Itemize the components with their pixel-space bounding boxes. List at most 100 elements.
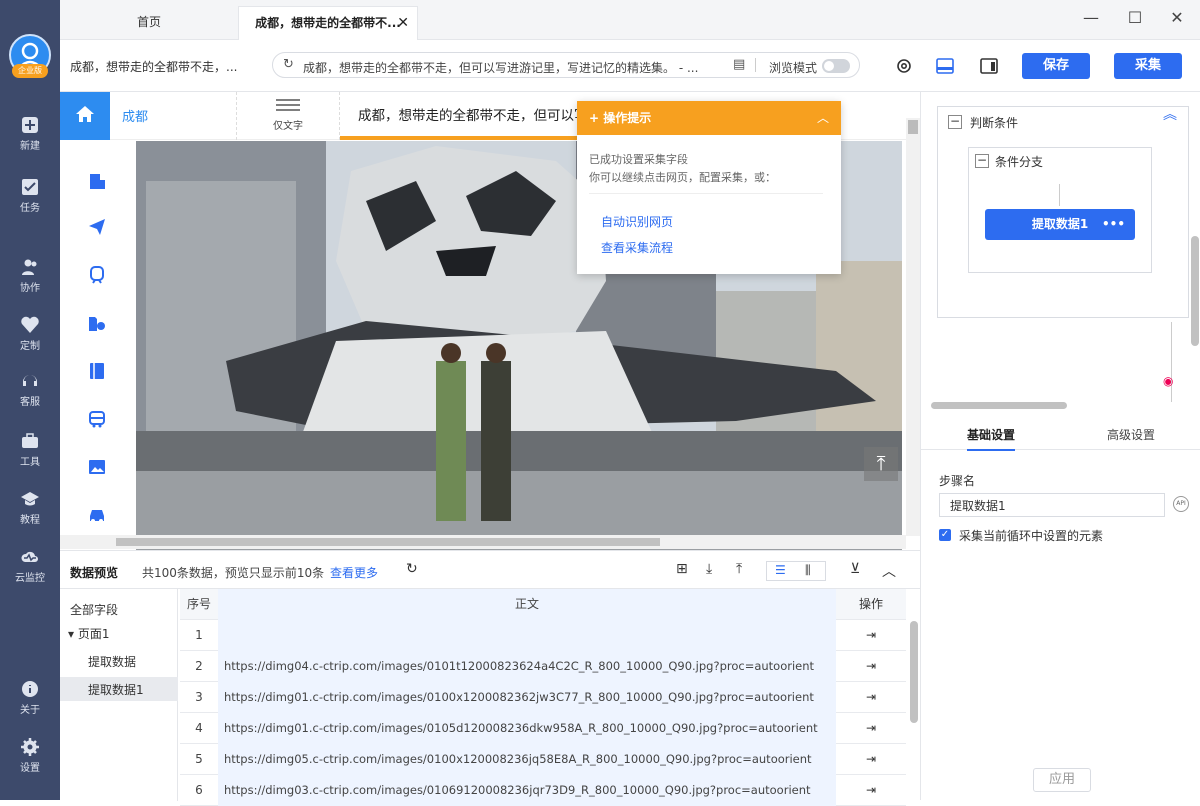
text-only-button[interactable]: 仅文字 [236, 92, 340, 140]
branch-collapse-icon[interactable]: − [975, 154, 989, 168]
table-row[interactable]: 1 ⇥ [180, 620, 906, 651]
tree-field-2: 提取数据1 [88, 683, 144, 697]
apply-button[interactable]: 应用 [1033, 768, 1091, 792]
table-row[interactable]: 2 https://dimg04.c-ctrip.com/images/0101… [180, 651, 906, 682]
list-view-icon[interactable]: ☰ [775, 563, 786, 577]
row-no: 1 [195, 628, 203, 642]
save-button[interactable]: 保存 [1022, 53, 1090, 79]
table-row[interactable]: 3 https://dimg01.c-ctrip.com/images/0100… [180, 682, 906, 713]
tab-bar: 首页 成都，想带走的全都带不... ✕ — ☐ ✕ [60, 0, 1200, 40]
table-row[interactable]: 6 https://dimg03.c-ctrip.com/images/0106… [180, 775, 906, 806]
extract-data-node[interactable]: 提取数据1 ••• [985, 209, 1135, 240]
collapse-up-icon[interactable]: ︽ [1163, 104, 1177, 124]
refresh-preview-icon[interactable]: ↻ [406, 561, 418, 577]
minimize-icon[interactable]: — [1078, 8, 1104, 30]
nav-collab[interactable]: 协作 [0, 258, 60, 314]
download-icon[interactable]: ⤓ [706, 561, 712, 577]
cloud-monitor-icon [21, 551, 38, 562]
address-text: 成都，想带走的全都带不走，但可以写进游记里，写进记忆的精选集。 - ... [303, 61, 699, 75]
plus-square-icon [22, 117, 38, 133]
api-icon[interactable]: API [1173, 496, 1189, 512]
upload-icon[interactable]: ⤒ [736, 561, 742, 577]
map-pin-icon[interactable] [88, 314, 106, 332]
back-to-top-icon[interactable]: ⤒ [864, 447, 898, 481]
preview-header: 数据预览 共100条数据，预览只显示前10条 查看更多 ↻ ⊞ ⤓ ⤒ ☰ ⫼ … [60, 551, 920, 589]
row-body [218, 620, 836, 651]
photo-icon[interactable] [88, 458, 106, 476]
document-icon[interactable]: ▤ [733, 57, 745, 72]
table-row[interactable]: 4 https://dimg01.c-ctrip.com/images/0105… [180, 713, 906, 744]
layout-side-icon[interactable] [980, 58, 998, 74]
page-vscroll-thumb[interactable] [908, 120, 918, 134]
settings-gear-icon[interactable] [895, 57, 913, 75]
view-flow-link[interactable]: 查看采集流程 [601, 239, 673, 256]
tab-home-label: 首页 [136, 15, 161, 29]
book-icon[interactable] [88, 362, 106, 380]
tab-home[interactable]: 首页 [60, 6, 238, 40]
row-action-icon[interactable]: ⇥ [836, 744, 906, 775]
step-name-input[interactable] [939, 493, 1165, 517]
row-body: https://dimg03.c-ctrip.com/images/010691… [218, 775, 836, 806]
nav-collab-label: 协作 [20, 283, 40, 294]
table-row[interactable]: 5 https://dimg05.c-ctrip.com/images/0100… [180, 744, 906, 775]
nav-support[interactable]: 客服 [0, 372, 60, 428]
nav-custom[interactable]: 定制 [0, 316, 60, 372]
operation-tip-popup: + 操作提示 ︿ 已成功设置采集字段 你可以继续点击网页，配置采集，或： 自动识… [577, 101, 841, 274]
layout-bottom-icon[interactable] [936, 58, 954, 74]
car-icon[interactable] [88, 506, 106, 524]
flow-connector [1059, 184, 1060, 206]
data-preview-panel: 数据预览 共100条数据，预览只显示前10条 查看更多 ↻ ⊞ ⤓ ⤒ ☰ ⫼ … [60, 550, 920, 806]
plane-icon[interactable] [88, 218, 106, 236]
tree-field-2-highlight[interactable]: 提取数据1 [60, 677, 178, 701]
train-icon[interactable] [88, 266, 106, 284]
page-horizontal-scrollbar[interactable] [60, 535, 906, 549]
add-field-icon[interactable]: ⊞ [676, 561, 688, 577]
bus-icon[interactable] [88, 410, 106, 428]
site-city-link[interactable]: 成都 [122, 106, 148, 125]
nav-tutorial[interactable]: 教程 [0, 490, 60, 546]
address-bar[interactable]: ↻ 成都，想带走的全都带不走，但可以写进游记里，写进记忆的精选集。 - ... … [272, 52, 860, 78]
col-body-header: 正文 [218, 589, 836, 620]
nav-task[interactable]: 任务 [0, 178, 60, 234]
filter-icon[interactable]: ⊻ [850, 561, 860, 577]
hotel-icon[interactable] [88, 172, 106, 190]
auto-detect-link[interactable]: 自动识别网页 [601, 213, 673, 230]
collect-button[interactable]: 采集 [1114, 53, 1182, 79]
page-hscroll-thumb[interactable] [116, 538, 660, 546]
page-vertical-scrollbar[interactable] [906, 118, 920, 536]
view-more-link[interactable]: 查看更多 [330, 564, 378, 581]
site-home-button[interactable] [60, 92, 110, 140]
stop-node-icon[interactable]: ◉ [1163, 374, 1173, 388]
refresh-icon[interactable]: ↻ [283, 57, 294, 72]
tree-field-1[interactable]: 提取数据 [88, 653, 136, 670]
window-close-icon[interactable]: ✕ [1164, 8, 1190, 30]
flow-vscroll-thumb[interactable] [1191, 236, 1199, 346]
collapse-tip-icon[interactable]: ︿ [817, 101, 829, 135]
tab-active[interactable]: 成都，想带走的全都带不... ✕ [238, 6, 418, 40]
addr-divider [755, 58, 756, 72]
nav-tools[interactable]: 工具 [0, 432, 60, 488]
tab-close-icon[interactable]: ✕ [397, 7, 409, 39]
collect-loop-checkbox[interactable]: ✓ [939, 529, 951, 541]
tree-page-node[interactable]: ▾ 页面1 [68, 625, 109, 642]
row-action-icon[interactable]: ⇥ [836, 713, 906, 744]
condition-collapse-icon[interactable]: − [948, 115, 962, 129]
tab-basic-settings[interactable]: 基础设置 [967, 426, 1016, 451]
collapse-preview-icon[interactable]: ︿ [882, 561, 896, 581]
node-more-icon[interactable]: ••• [1102, 209, 1125, 240]
nav-new[interactable]: 新建 [0, 116, 60, 172]
row-action-icon[interactable]: ⇥ [836, 682, 906, 713]
table-scroll-thumb[interactable] [910, 621, 918, 723]
row-action-icon[interactable]: ⇥ [836, 651, 906, 682]
tab-advanced-settings[interactable]: 高级设置 [1107, 426, 1155, 443]
nav-settings[interactable]: 设置 [0, 738, 60, 794]
nav-about[interactable]: 关于 [0, 680, 60, 736]
browse-mode-toggle[interactable] [822, 59, 850, 73]
nav-tutorial-label: 教程 [20, 515, 40, 526]
row-action-icon[interactable]: ⇥ [836, 775, 906, 806]
row-action-icon[interactable]: ⇥ [836, 620, 906, 651]
maximize-icon[interactable]: ☐ [1122, 8, 1148, 30]
nav-cloud-monitor[interactable]: 云监控 [0, 548, 60, 604]
column-view-icon[interactable]: ⫼ [805, 563, 811, 578]
flow-hscroll-thumb[interactable] [931, 402, 1067, 409]
